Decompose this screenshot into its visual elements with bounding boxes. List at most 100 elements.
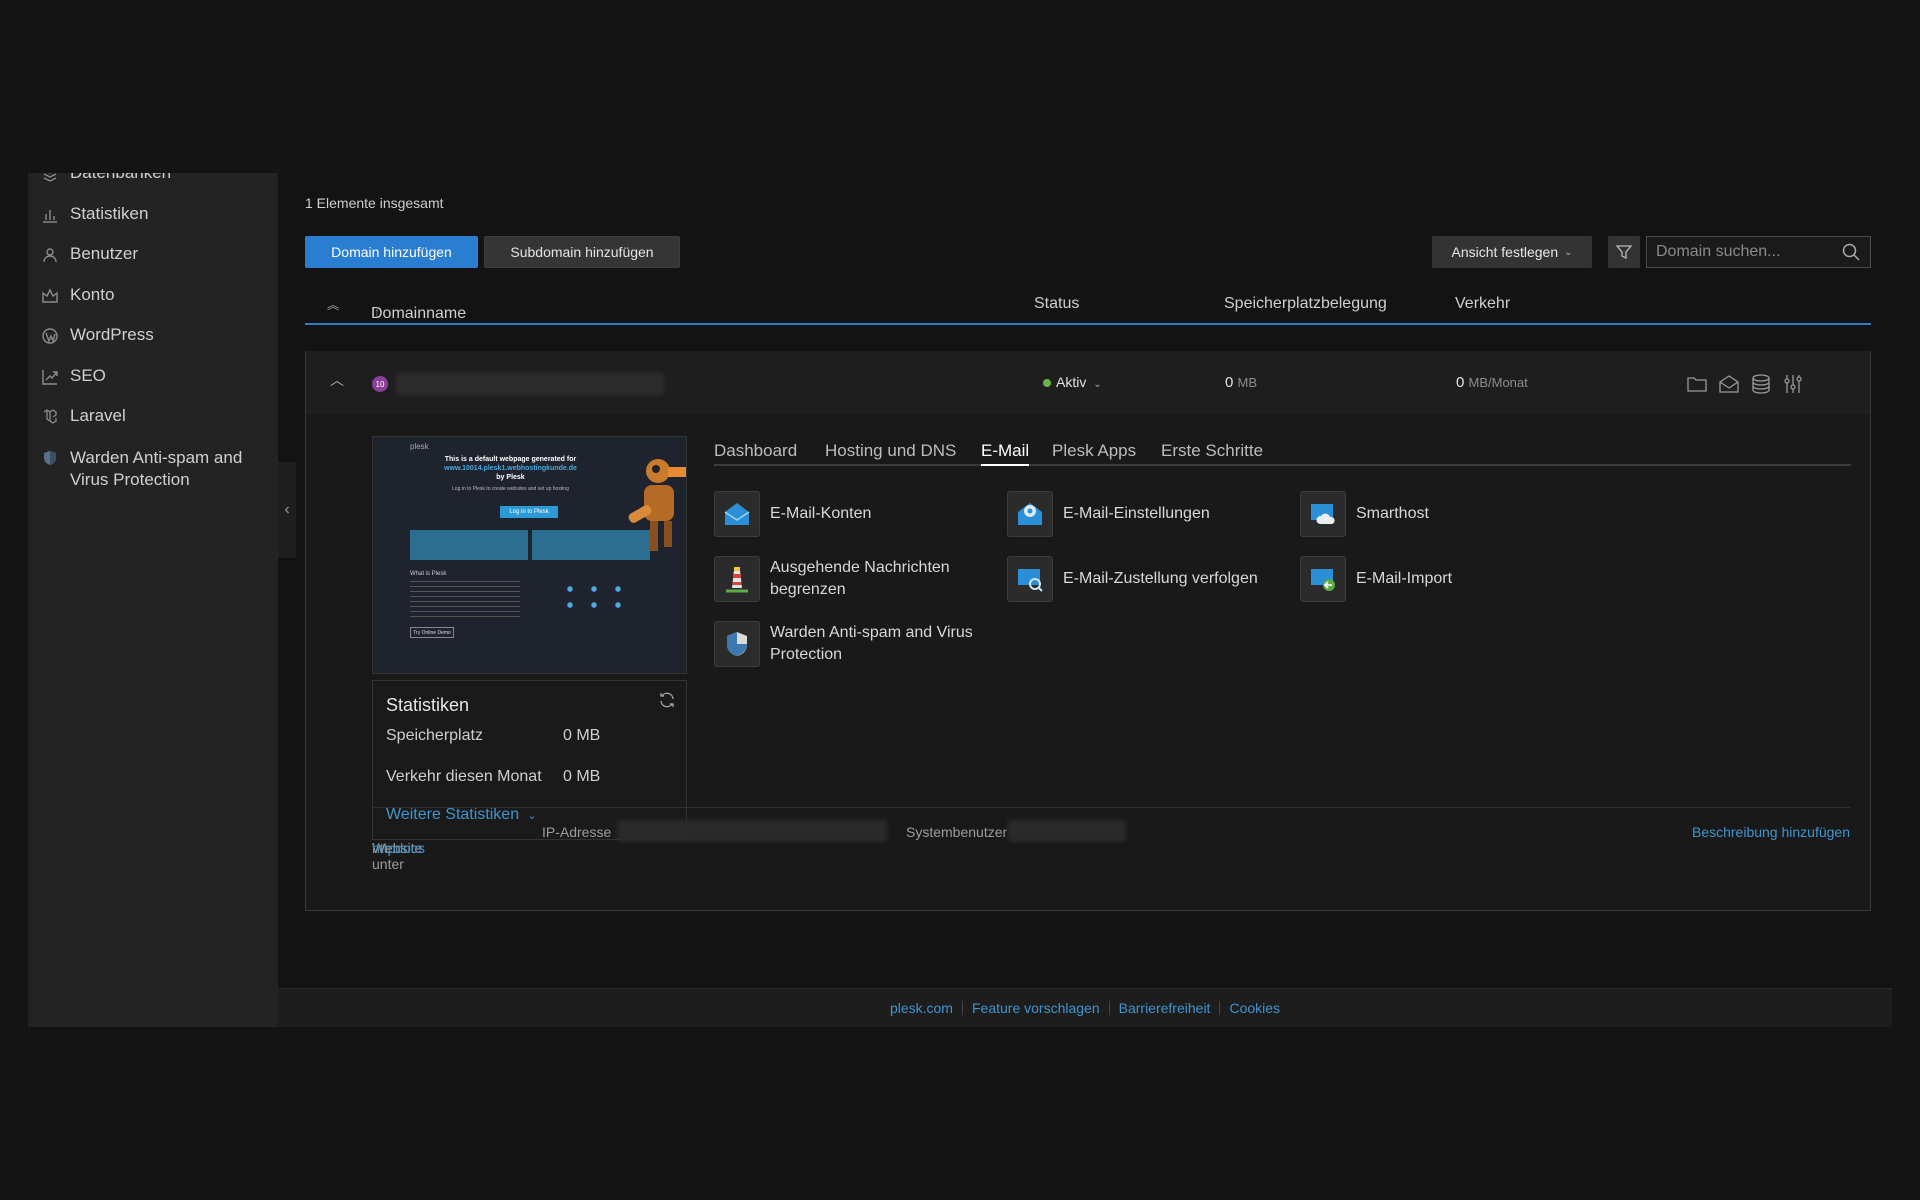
ip-label: IP-Adresse bbox=[542, 824, 612, 840]
footer-link-cookies[interactable]: Cookies bbox=[1220, 1000, 1289, 1016]
crown-icon bbox=[42, 287, 58, 303]
domain-name-blurred[interactable] bbox=[396, 373, 664, 395]
add-subdomain-button[interactable]: Subdomain hinzufügen bbox=[484, 236, 680, 268]
bar-chart-icon bbox=[43, 209, 57, 223]
sidebar-item-label: Statistiken bbox=[70, 203, 149, 223]
add-domain-button[interactable]: Domain hinzufügen bbox=[305, 236, 478, 268]
view-mode-button[interactable]: Ansicht festlegen ⌄ bbox=[1432, 236, 1592, 268]
mail-icon[interactable] bbox=[1718, 373, 1740, 395]
database-icon bbox=[43, 173, 57, 182]
chevron-left-icon: ‹ bbox=[284, 501, 290, 518]
system-user-blurred bbox=[1008, 820, 1126, 842]
sort-asc-icon: ↑ bbox=[374, 305, 380, 319]
sidebar-item-label: Benutzer bbox=[70, 244, 139, 263]
domain-tabs: Dashboard Hosting und DNS E-Mail Plesk A… bbox=[714, 441, 1851, 466]
sidebar-item-wordpress[interactable]: WordPress bbox=[28, 325, 278, 366]
sliders-icon[interactable] bbox=[1782, 373, 1804, 395]
main-content: 1 Elemente insgesamt Domain hinzufügen S… bbox=[296, 173, 1892, 988]
preview-demo-button: Try Online Demo bbox=[410, 627, 454, 638]
filter-icon bbox=[1615, 245, 1633, 260]
preview-sub: Log in to Plesk to create websites and s… bbox=[452, 486, 569, 492]
storage-stat-value: 0 MB bbox=[563, 727, 601, 744]
chevron-down-icon: ⌄ bbox=[1564, 246, 1573, 258]
chevron-down-icon: ⌄ bbox=[527, 810, 537, 822]
column-storage[interactable]: Speicherplatzbelegung bbox=[1224, 295, 1387, 313]
tab-plesk-apps[interactable]: Plesk Apps bbox=[1052, 441, 1136, 466]
folder-icon[interactable] bbox=[1686, 373, 1708, 395]
tab-email[interactable]: E-Mail bbox=[981, 441, 1030, 466]
httpdocs-link[interactable]: httpdocs bbox=[372, 840, 425, 856]
preview-what-is: What is Plesk bbox=[410, 571, 447, 577]
preview-card-right bbox=[532, 530, 650, 560]
column-traffic[interactable]: Verkehr bbox=[1455, 295, 1510, 313]
more-stats-label: Weitere Statistiken bbox=[386, 806, 520, 823]
column-domain-label: Domainname bbox=[371, 305, 467, 322]
sidebar-item-datenbanken[interactable]: Datenbanken bbox=[28, 173, 278, 204]
column-status[interactable]: Status bbox=[1034, 295, 1079, 313]
footer-link-feature[interactable]: Feature vorschlagen bbox=[963, 1000, 1109, 1016]
preview-brand: plesk bbox=[410, 442, 429, 451]
sidebar-item-warden[interactable]: Warden Anti-spam and Virus Protection bbox=[28, 447, 278, 511]
shield-icon bbox=[44, 450, 56, 465]
user-icon bbox=[43, 248, 57, 263]
system-user-label: Systembenutzer bbox=[906, 824, 1008, 840]
tab-getting-started[interactable]: Erste Schritte bbox=[1161, 441, 1263, 466]
sidebar-item-seo[interactable]: SEO bbox=[28, 366, 278, 407]
footer-link-plesk[interactable]: plesk.com bbox=[881, 1000, 962, 1016]
domain-badge: 10 bbox=[372, 376, 388, 392]
sidebar-item-label: Laravel bbox=[70, 406, 126, 425]
database-icon[interactable] bbox=[1750, 373, 1772, 395]
tool-mail-import[interactable]: E-Mail-Import bbox=[1300, 556, 1586, 602]
domain-info-bar: Website unter httpdocs IP-Adresse System… bbox=[372, 807, 1850, 872]
items-count: 1 Elemente insgesamt bbox=[305, 195, 444, 211]
preview-heading-block: This is a default webpage generated for … bbox=[428, 455, 593, 494]
preview-card-left bbox=[410, 530, 528, 560]
trend-chart-icon bbox=[42, 369, 58, 385]
tool-label: E-Mail-Import bbox=[1356, 570, 1453, 587]
sidebar: Datenbanken Statistiken Benutzer Konto W… bbox=[28, 173, 278, 1027]
smarthost-cloud-icon bbox=[1300, 491, 1346, 537]
chevron-up-icon[interactable]: ︿ bbox=[330, 370, 344, 390]
sidebar-item-statistiken[interactable]: Statistiken bbox=[28, 204, 278, 245]
status-label: Aktiv bbox=[1056, 374, 1087, 390]
preview-by: by Plesk bbox=[496, 474, 525, 481]
tool-smarthost[interactable]: Smarthost bbox=[1300, 491, 1586, 537]
view-mode-label: Ansicht festlegen bbox=[1451, 244, 1559, 260]
search-icon[interactable] bbox=[1841, 242, 1861, 262]
mail-settings-icon bbox=[1007, 491, 1053, 537]
status-dot bbox=[1043, 379, 1051, 387]
sidebar-item-konto[interactable]: Konto bbox=[28, 285, 278, 326]
collapse-all-icon[interactable]: ︽ bbox=[327, 296, 339, 313]
storage-unit: MB bbox=[1237, 375, 1258, 390]
preview-login-button: Log in to Plesk bbox=[500, 506, 558, 518]
sidebar-collapse-button[interactable]: ‹ bbox=[278, 462, 296, 558]
preview-demo-label: Try Online Demo bbox=[413, 629, 451, 636]
more-stats-link[interactable]: Weitere Statistiken ⌄ bbox=[386, 806, 537, 824]
tool-label: E-Mail-Einstellungen bbox=[1063, 505, 1210, 522]
lighthouse-icon bbox=[714, 556, 760, 602]
tool-email-accounts[interactable]: E-Mail-Konten bbox=[714, 491, 1000, 537]
sidebar-item-laravel[interactable]: Laravel bbox=[28, 406, 278, 447]
sidebar-item-label: Warden Anti-spam and Virus Protection bbox=[70, 447, 243, 489]
traffic-value: 0 bbox=[1456, 374, 1465, 391]
filter-button[interactable] bbox=[1608, 236, 1640, 268]
domain-panel: ︿ 10 Aktiv ⌄ 0 MB 0 MB/Monat plesk This … bbox=[305, 351, 1871, 911]
traffic-label: Verkehr diesen Monat bbox=[386, 768, 542, 785]
refresh-icon[interactable] bbox=[658, 691, 676, 709]
sidebar-item-benutzer[interactable]: Benutzer bbox=[28, 244, 278, 285]
domain-search-input[interactable] bbox=[1647, 243, 1837, 261]
table-header: ︽ Domainname ↑ Status Speicherplatzbeleg… bbox=[305, 285, 1871, 325]
tool-mail-tracking[interactable]: E-Mail-Zustellung verfolgen bbox=[1007, 556, 1293, 602]
tab-hosting-dns[interactable]: Hosting und DNS bbox=[825, 441, 956, 466]
add-description-link[interactable]: Beschreibung hinzufügen bbox=[1692, 824, 1850, 840]
tool-email-settings[interactable]: E-Mail-Einstellungen bbox=[1007, 491, 1293, 537]
tab-dashboard[interactable]: Dashboard bbox=[714, 441, 797, 466]
status-badge[interactable]: Aktiv ⌄ bbox=[1043, 374, 1102, 390]
mail-import-icon bbox=[1300, 556, 1346, 602]
footer-link-accessibility[interactable]: Barrierefreiheit bbox=[1110, 1000, 1220, 1016]
website-preview[interactable]: plesk This is a default webpage generate… bbox=[372, 436, 687, 674]
tool-limit-outgoing[interactable]: Ausgehende Nachrichten begrenzen bbox=[714, 556, 1000, 602]
tool-label: E-Mail-Konten bbox=[770, 505, 872, 522]
mail-tracking-icon bbox=[1007, 556, 1053, 602]
tool-warden[interactable]: Warden Anti-spam and Virus Protection bbox=[714, 621, 1000, 667]
